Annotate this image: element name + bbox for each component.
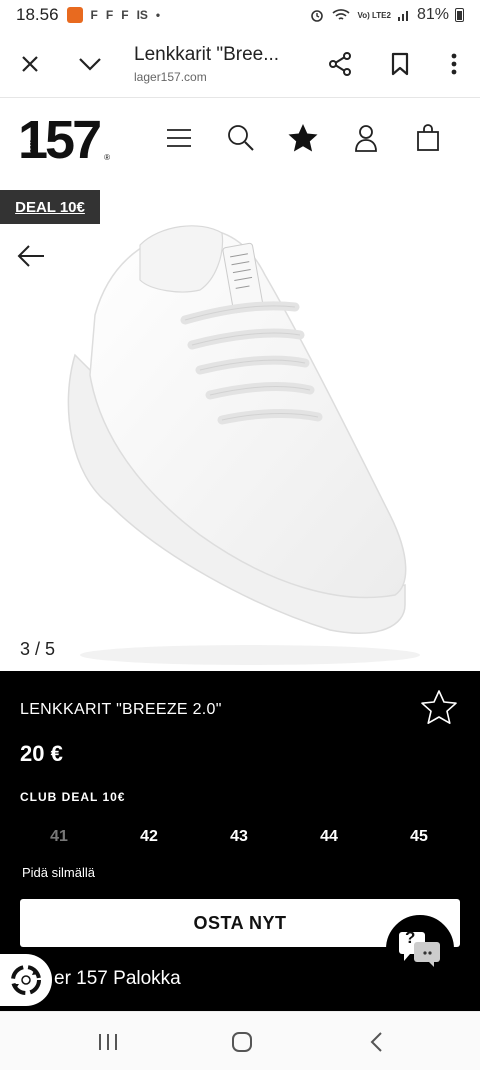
notification-f-icon: F (90, 8, 98, 22)
system-nav-bar (0, 1011, 480, 1070)
deal-badge: DEAL 10€ (0, 190, 100, 224)
app-notification-icon (66, 7, 83, 23)
status-bar: 18.56 F F F IS • Vo) LTE2 81% (0, 0, 480, 30)
search-icon (228, 125, 254, 151)
product-title: LENKKARIT "BREEZE 2.0" (20, 701, 222, 718)
battery-icon (455, 8, 464, 22)
menu-button[interactable] (162, 121, 196, 155)
recycle-icon (11, 965, 41, 995)
recent-apps-button[interactable] (93, 1028, 123, 1056)
status-time: 18.56 (16, 5, 59, 24)
star-outline-icon (421, 690, 457, 724)
page-title: Lenkkarit "Bree... (134, 43, 280, 65)
wifi-icon (332, 9, 351, 20)
alarm-icon (311, 10, 324, 22)
logo-small-text: lager (29, 140, 36, 154)
logo-registered: ® (104, 153, 110, 162)
club-deal-label: CLUB DEAL 10€ (20, 790, 126, 804)
bookmark-button[interactable] (378, 42, 422, 86)
battery-percent: 81% (416, 6, 449, 23)
back-button[interactable] (362, 1028, 392, 1056)
home-icon (232, 1032, 252, 1052)
add-to-favorites-button[interactable] (420, 689, 458, 730)
shopping-bag-icon (417, 124, 439, 151)
more-vertical-icon (451, 53, 457, 74)
product-price: 20 € (20, 741, 63, 766)
notification-f-icon: F (105, 8, 114, 22)
size-option-43[interactable]: 43 (194, 828, 284, 846)
size-selector: 41 42 43 44 45 (0, 828, 480, 846)
notification-f-icon: F (121, 8, 129, 22)
chat-button[interactable]: ? (386, 915, 454, 983)
chevron-down-icon (79, 57, 101, 71)
watch-link[interactable]: Pidä silmällä (22, 865, 95, 880)
size-option-41[interactable]: 41 (14, 828, 104, 846)
user-icon (355, 125, 377, 152)
store-name[interactable]: er 157 Palokka (54, 968, 181, 990)
site-header: lager 157 ® (0, 99, 480, 185)
favorites-button[interactable] (286, 121, 320, 155)
size-option-45[interactable]: 45 (374, 828, 464, 846)
page-url: lager157.com (134, 69, 207, 84)
star-icon (288, 124, 318, 152)
size-option-42[interactable]: 42 (104, 828, 194, 846)
close-tab-button[interactable] (8, 42, 52, 86)
page-address[interactable]: Lenkkarit "Bree... lager157.com (134, 44, 304, 84)
network-label: Vo) LTE2 (357, 10, 391, 20)
cart-button[interactable] (411, 121, 445, 155)
previous-image-button[interactable] (16, 243, 46, 274)
product-image (67, 225, 420, 665)
share-icon (329, 51, 351, 76)
product-image-gallery[interactable]: 3 / 5 (0, 185, 480, 671)
site-logo[interactable]: lager 157 ® (18, 113, 110, 167)
search-button[interactable] (224, 121, 258, 155)
minimize-button[interactable] (68, 42, 112, 86)
share-button[interactable] (318, 42, 362, 86)
recent-apps-icon (99, 1034, 117, 1050)
hamburger-icon (167, 129, 191, 147)
image-counter: 3 / 5 (20, 639, 56, 659)
status-notification-icons: F F F IS • (66, 7, 161, 23)
bookmark-icon (391, 52, 409, 75)
status-right: Vo) LTE2 81% (309, 6, 464, 24)
notification-dot-icon: • (155, 8, 161, 22)
home-button[interactable] (227, 1028, 257, 1056)
signal-icon (397, 11, 408, 21)
chevron-left-icon (370, 1032, 382, 1052)
recycle-badge[interactable] (0, 954, 52, 1006)
account-button[interactable] (349, 121, 383, 155)
browser-toolbar: Lenkkarit "Bree... lager157.com (0, 30, 480, 98)
browser-menu-button[interactable] (432, 42, 476, 86)
product-info-panel: LENKKARIT "BREEZE 2.0" 20 € CLUB DEAL 10… (0, 671, 480, 1011)
arrow-left-icon (17, 245, 44, 267)
notification-is-icon: IS (136, 8, 148, 22)
close-icon (22, 55, 38, 72)
chat-label: ? (405, 928, 416, 947)
size-option-44[interactable]: 44 (284, 828, 374, 846)
